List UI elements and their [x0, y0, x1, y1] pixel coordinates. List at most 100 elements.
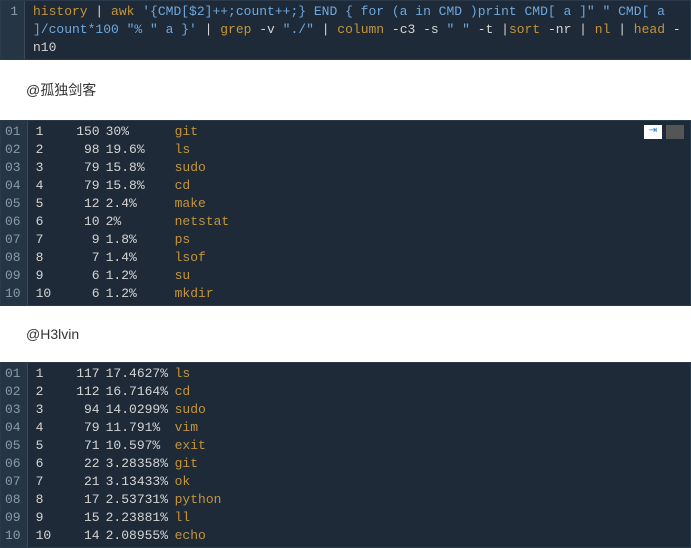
percent-cell: 2.08955%	[100, 527, 175, 545]
table-row: 5122.4%make	[36, 195, 682, 213]
command-cell: netstat	[175, 214, 230, 229]
rank-cell: 1	[36, 365, 64, 383]
line-number: 1	[5, 3, 18, 21]
line-number: 04	[5, 419, 21, 437]
percent-cell: 19.6%	[100, 141, 175, 159]
code-token: awk	[111, 4, 134, 19]
percent-cell: 30%	[100, 123, 175, 141]
rank-cell: 3	[36, 159, 64, 177]
line-number: 03	[5, 159, 21, 177]
code-token: history	[33, 4, 88, 19]
table-row: 6223.28358%git	[36, 455, 682, 473]
gutter: 01020304050607080910	[1, 363, 28, 547]
line-number: 05	[5, 195, 21, 213]
output-code: ⇥115030%git29819.6%ls37915.8%sudo47915.8…	[28, 121, 690, 305]
table-row: 115030%git	[36, 123, 682, 141]
toolbar-button[interactable]	[666, 125, 684, 139]
gutter: 1	[1, 1, 25, 59]
percent-cell: 2.23881%	[100, 509, 175, 527]
rank-cell: 8	[36, 491, 64, 509]
rank-cell: 10	[36, 285, 64, 303]
rank-cell: 10	[36, 527, 64, 545]
command-cell: su	[175, 268, 191, 283]
code-token: grep	[220, 22, 251, 37]
percent-cell: 1.2%	[100, 285, 175, 303]
rank-cell: 9	[36, 509, 64, 527]
table-row: 57110.597%exit	[36, 437, 682, 455]
command-cell: lsof	[175, 250, 206, 265]
count-cell: 6	[64, 267, 100, 285]
count-cell: 79	[64, 419, 100, 437]
code-toolbar: ⇥	[644, 125, 684, 139]
command-cell: ls	[175, 142, 191, 157]
command-cell: git	[175, 456, 198, 471]
count-cell: 22	[64, 455, 100, 473]
command-cell: mkdir	[175, 286, 214, 301]
count-cell: 10	[64, 213, 100, 231]
code-token: " "	[447, 22, 470, 37]
percent-cell: 10.597%	[100, 437, 175, 455]
command-cell: python	[175, 492, 222, 507]
percent-cell: 3.13433%	[100, 473, 175, 491]
table-row: 9152.23881%ll	[36, 509, 682, 527]
line-number: 08	[5, 491, 21, 509]
count-cell: 150	[64, 123, 100, 141]
line-number: 01	[5, 365, 21, 383]
table-row: 1061.2%mkdir	[36, 285, 682, 303]
line-number: 09	[5, 267, 21, 285]
percent-cell: 15.8%	[100, 159, 175, 177]
count-cell: 21	[64, 473, 100, 491]
command-cell: exit	[175, 438, 206, 453]
command-cell: sudo	[175, 160, 206, 175]
rank-cell: 4	[36, 177, 64, 195]
command-cell: ls	[175, 366, 191, 381]
gutter: 01020304050607080910	[1, 121, 28, 305]
output-code-block: 01020304050607080910⇥115030%git29819.6%l…	[0, 120, 691, 306]
line-number: 09	[5, 509, 21, 527]
code-token: column	[337, 22, 384, 37]
command-code: history | awk '{CMD[$2]++;count++;} END …	[25, 1, 690, 59]
percent-cell: 2.4%	[100, 195, 175, 213]
table-row: 791.8%ps	[36, 231, 682, 249]
percent-cell: 15.8%	[100, 177, 175, 195]
line-number: 06	[5, 455, 21, 473]
rank-cell: 7	[36, 231, 64, 249]
table-row: 7213.13433%ok	[36, 473, 682, 491]
count-cell: 7	[64, 249, 100, 267]
table-row: 6102%netstat	[36, 213, 682, 231]
count-cell: 79	[64, 159, 100, 177]
code-token: |	[197, 22, 220, 37]
rank-cell: 1	[36, 123, 64, 141]
copy-icon[interactable]: ⇥	[644, 125, 662, 139]
percent-cell: 2%	[100, 213, 175, 231]
command-cell: ok	[175, 474, 191, 489]
line-number: 10	[5, 527, 21, 545]
code-token: |	[88, 4, 111, 19]
code-token: nl	[595, 22, 611, 37]
table-row: 111717.4627%ls	[36, 365, 682, 383]
rank-cell: 7	[36, 473, 64, 491]
line-number: 10	[5, 285, 21, 303]
line-number: 04	[5, 177, 21, 195]
code-token: -v	[251, 22, 282, 37]
line-number: 06	[5, 213, 21, 231]
table-row: 871.4%lsof	[36, 249, 682, 267]
output-code: 111717.4627%ls211216.7164%cd39414.0299%s…	[28, 363, 690, 547]
table-row: 211216.7164%cd	[36, 383, 682, 401]
output-code-block: 01020304050607080910 111717.4627%ls211216…	[0, 362, 691, 548]
rank-cell: 6	[36, 455, 64, 473]
table-row: 8172.53731%python	[36, 491, 682, 509]
percent-cell: 14.0299%	[100, 401, 175, 419]
table-row: 37915.8%sudo	[36, 159, 682, 177]
command-cell: git	[175, 124, 198, 139]
count-cell: 79	[64, 177, 100, 195]
percent-cell: 11.791%	[100, 419, 175, 437]
line-number: 07	[5, 473, 21, 491]
command-cell: ll	[175, 510, 191, 525]
username-label: @H3lvin	[0, 306, 691, 362]
percent-cell: 1.4%	[100, 249, 175, 267]
percent-cell: 17.4627%	[100, 365, 175, 383]
command-cell: make	[175, 196, 206, 211]
line-number: 05	[5, 437, 21, 455]
table-row: 10142.08955%echo	[36, 527, 682, 545]
